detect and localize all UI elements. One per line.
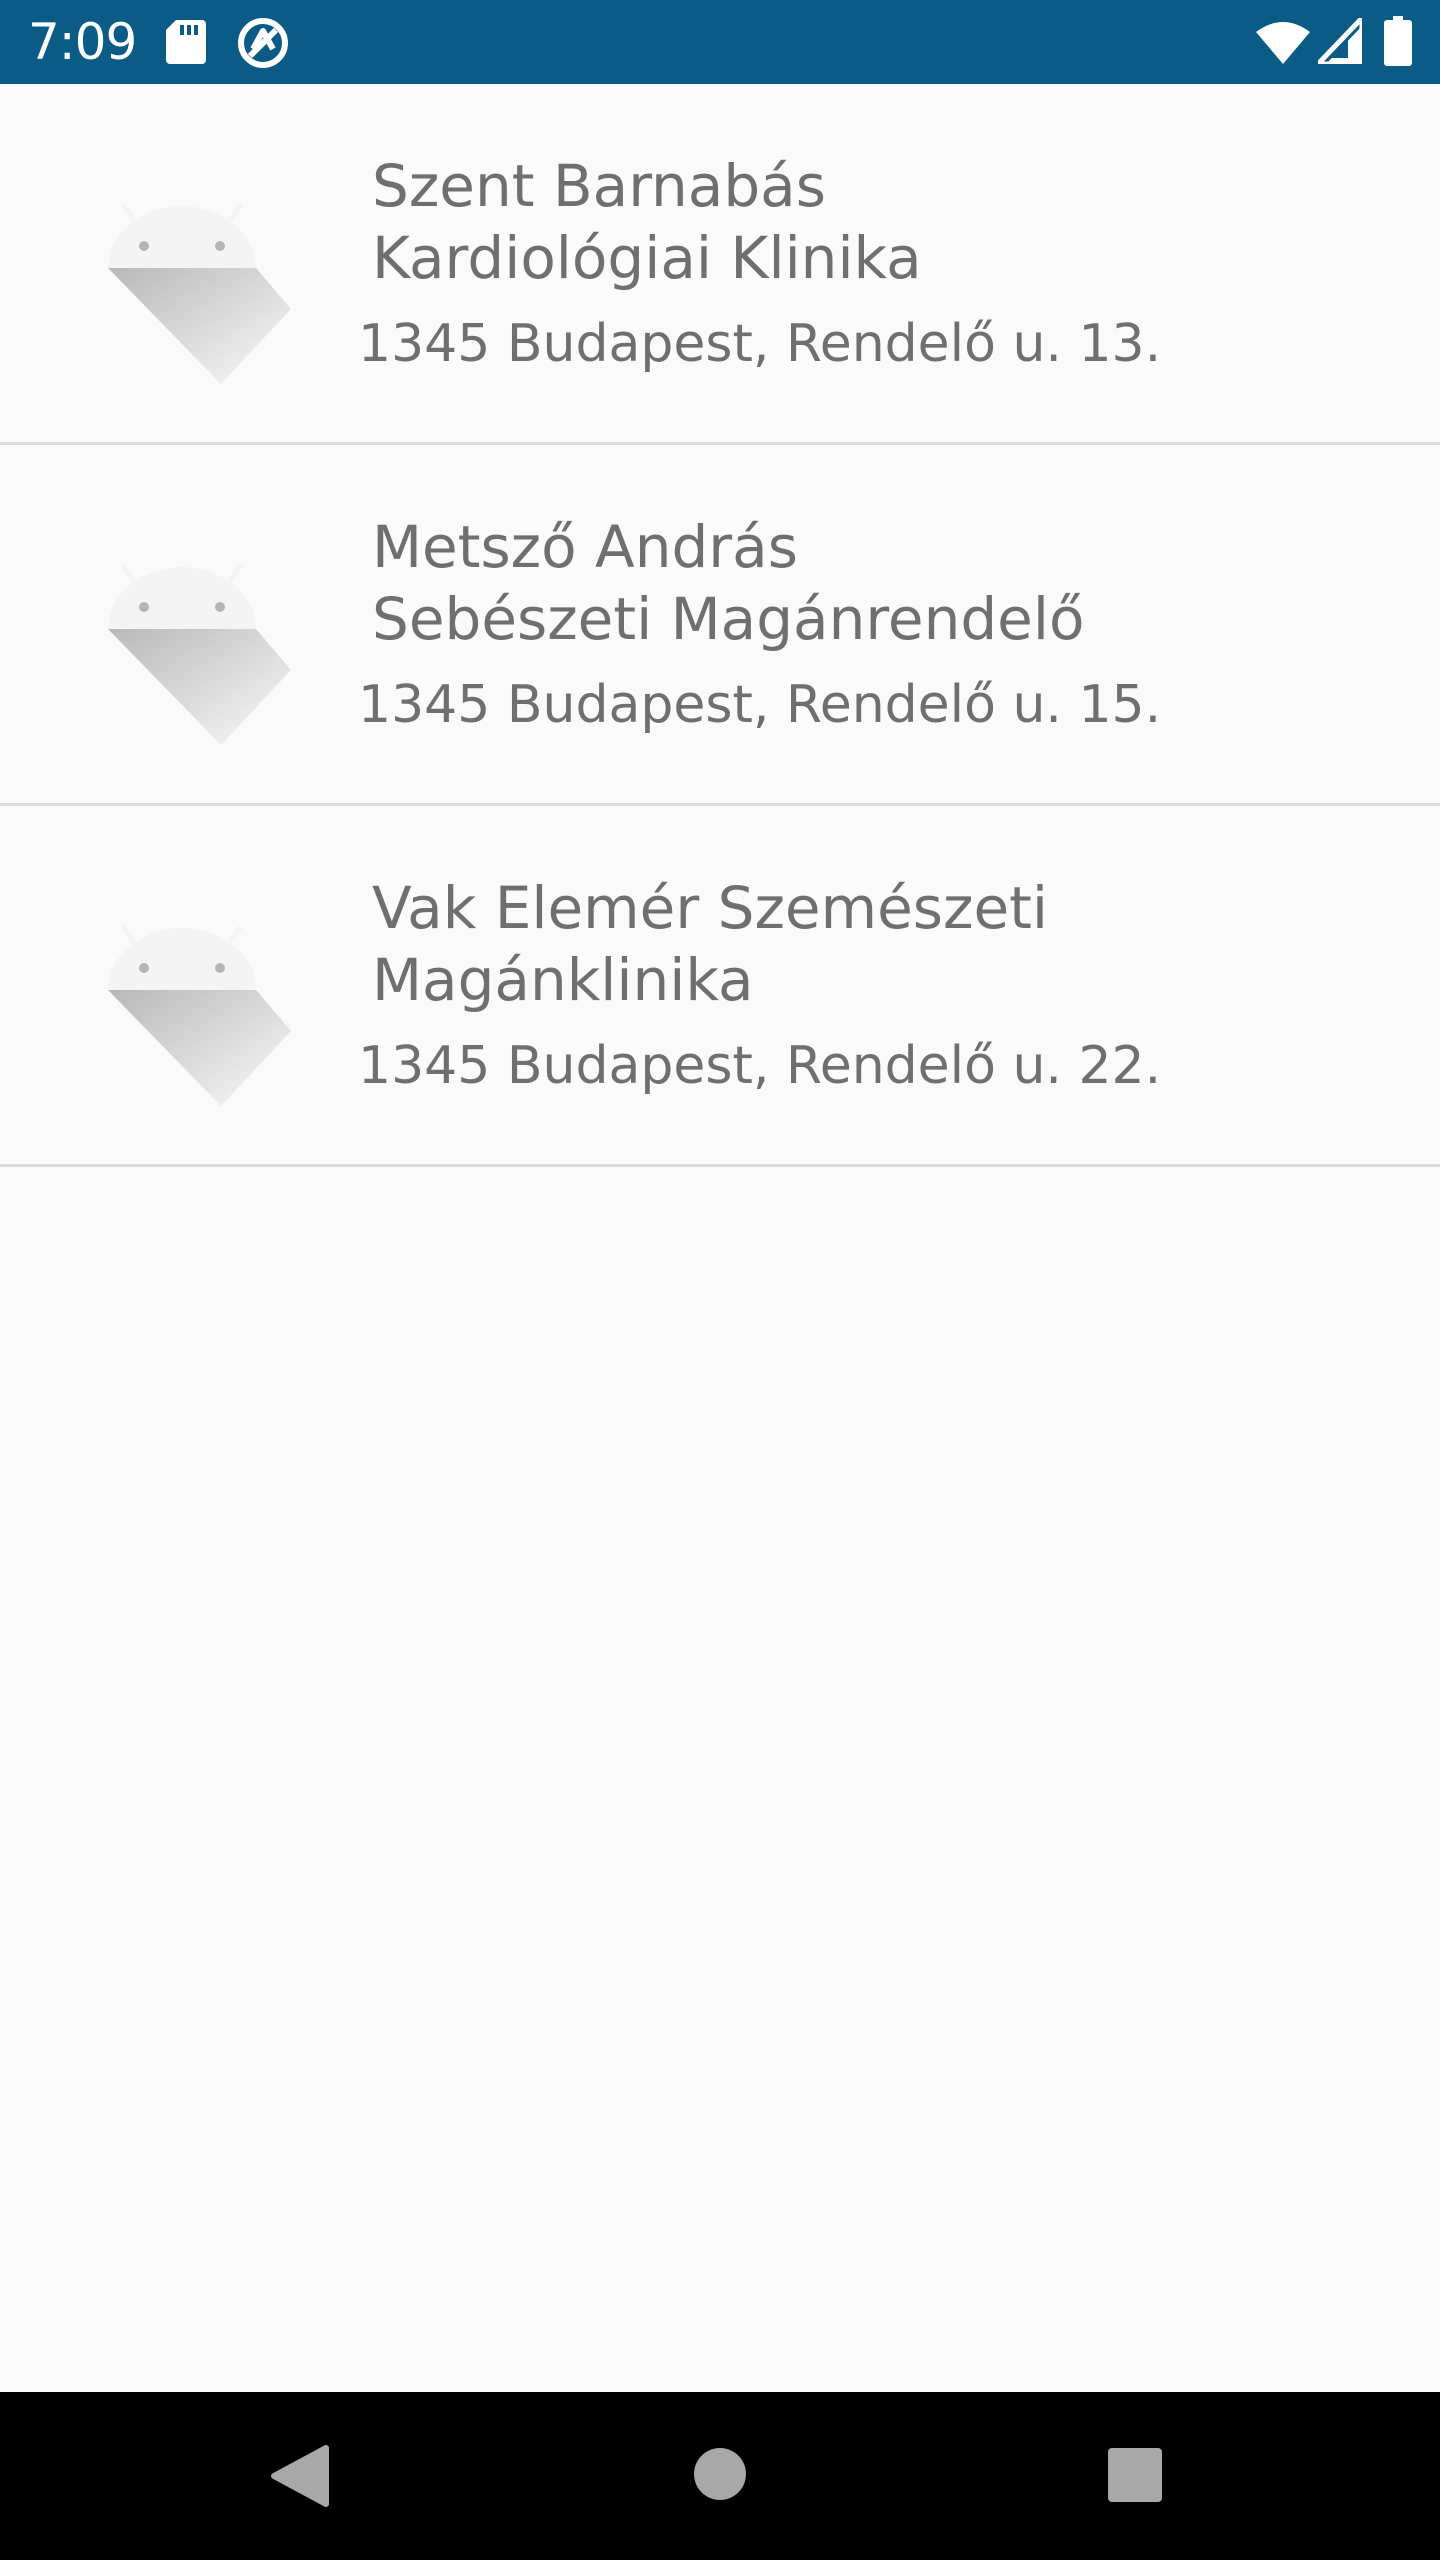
navigation-bar	[0, 2392, 1440, 2560]
android-placeholder-icon	[108, 925, 291, 1106]
clinic-address: 1345 Budapest, Rendelő u. 15.	[358, 675, 1162, 735]
clinic-address: 1345 Budapest, Rendelő u. 22.	[358, 1036, 1162, 1096]
status-time: 7:09	[28, 13, 137, 71]
android-placeholder-icon	[108, 564, 291, 745]
clinic-name: Vak Elemér Szemészeti Magánklinika	[372, 874, 1048, 1014]
clinic-address: 1345 Budapest, Rendelő u. 13.	[358, 314, 1162, 374]
clinic-name: Metsző András Sebészeti Magánrendelő	[372, 513, 1085, 653]
sync-icon	[238, 18, 288, 68]
recents-icon[interactable]	[1108, 2448, 1162, 2502]
clinic-list-item[interactable]: Szent Barnabás Kardiológiai Klinika 1345…	[0, 84, 1440, 445]
clinic-list-item[interactable]: Metsző András Sebészeti Magánrendelő 134…	[0, 445, 1440, 806]
back-icon[interactable]	[268, 2444, 332, 2508]
signal-icon	[1318, 18, 1362, 64]
android-placeholder-icon	[108, 203, 291, 384]
wifi-icon	[1256, 22, 1310, 64]
clinic-list-item[interactable]: Vak Elemér Szemészeti Magánklinika 1345 …	[0, 806, 1440, 1167]
home-icon[interactable]	[692, 2446, 748, 2502]
app-screen: 7:09 Szent Barnabás Kardiológiai Klinika…	[0, 0, 1440, 2560]
clinic-name: Szent Barnabás Kardiológiai Klinika	[372, 152, 922, 292]
sd-card-icon	[166, 20, 206, 64]
clinic-list: Szent Barnabás Kardiológiai Klinika 1345…	[0, 84, 1440, 1167]
status-bar: 7:09	[0, 0, 1440, 84]
battery-icon	[1384, 16, 1412, 66]
